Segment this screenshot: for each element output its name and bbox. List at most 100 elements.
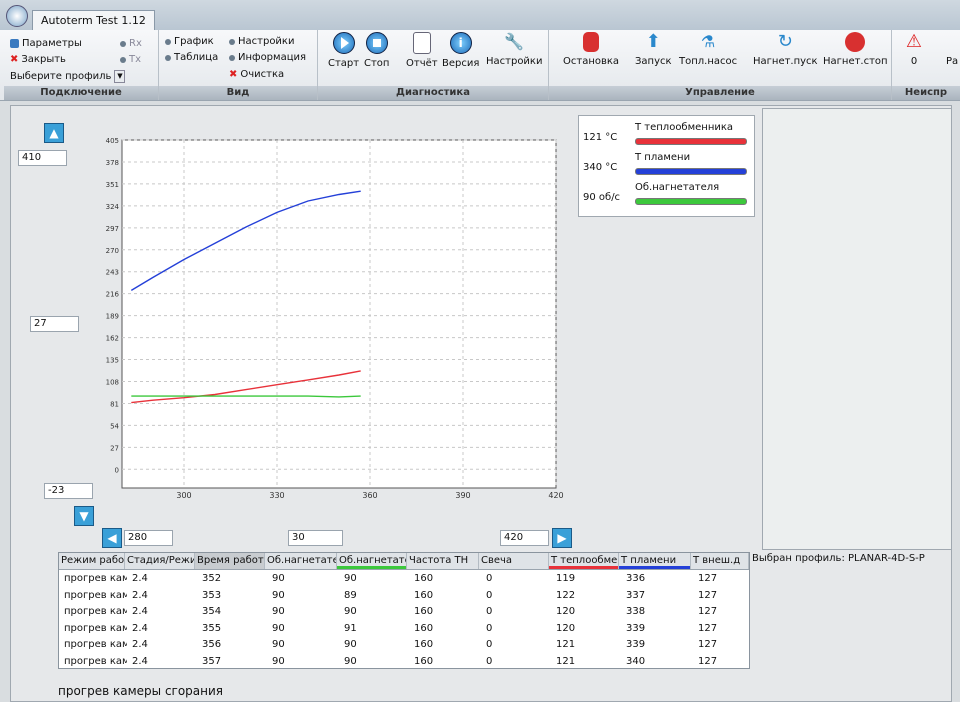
wrench-icon: 🔧 bbox=[504, 32, 525, 51]
table-cell: 160 bbox=[414, 589, 434, 601]
y-tick-label: 54 bbox=[110, 422, 119, 430]
version-button[interactable]: i Версия bbox=[442, 32, 479, 69]
radio-icon bbox=[229, 38, 235, 45]
close-connection-button[interactable]: ✖ Закрыть bbox=[10, 54, 66, 65]
y-step-field[interactable]: 27 bbox=[30, 316, 79, 332]
y-max-field[interactable]: 410 bbox=[18, 150, 67, 166]
table-cell: 127 bbox=[698, 573, 718, 584]
column-header[interactable]: Частота ТН bbox=[407, 553, 479, 569]
table-cell: 160 bbox=[414, 622, 434, 634]
table-row[interactable]: прогрев камеры 2.4 353 90 89 160 0 122 337 127 bbox=[59, 588, 749, 604]
stop-button[interactable]: Стоп bbox=[364, 32, 389, 69]
table-cell: 90 bbox=[344, 655, 357, 667]
y-scroll-down-button[interactable]: ▼ bbox=[74, 506, 94, 526]
x-scroll-right-button[interactable]: ▶ bbox=[552, 528, 572, 548]
table-cell: 90 bbox=[344, 639, 357, 650]
faults-button[interactable]: ⚠ 0 bbox=[904, 31, 924, 68]
y-tick-label: 378 bbox=[106, 159, 119, 167]
rx-led-icon bbox=[120, 40, 126, 47]
arrow-right-icon: ▶ bbox=[557, 531, 567, 545]
line-chart[interactable]: 4053783513242972702432161891621351088154… bbox=[100, 130, 570, 500]
params-button[interactable]: Параметры bbox=[10, 38, 82, 49]
faults-more[interactable]: Ра bbox=[946, 56, 958, 67]
report-button[interactable]: Отчёт bbox=[406, 32, 438, 69]
table-cell: 90 bbox=[344, 606, 357, 617]
table-cell: 0 bbox=[486, 655, 493, 667]
column-header[interactable]: Т пламени bbox=[619, 553, 691, 569]
y-min-field[interactable]: -23 bbox=[44, 483, 93, 499]
radio-icon bbox=[165, 38, 171, 45]
warning-icon: ⚠ bbox=[905, 31, 923, 52]
blower-stop-button[interactable]: Нагнет.стоп bbox=[823, 32, 888, 67]
table-row[interactable]: прогрев камеры 2.4 354 90 90 160 0 120 338 127 bbox=[59, 604, 749, 620]
close-icon: ✖ bbox=[10, 54, 19, 65]
table-cell: 0 bbox=[486, 622, 493, 634]
x-step-field[interactable]: 30 bbox=[288, 530, 343, 546]
table-cell: 0 bbox=[486, 639, 493, 650]
y-tick-label: 108 bbox=[106, 378, 119, 386]
table-cell: 127 bbox=[698, 589, 718, 601]
diag-settings-button[interactable]: 🔧 Настройки bbox=[486, 32, 542, 67]
y-scroll-up-button[interactable]: ▲ bbox=[44, 123, 64, 143]
start-button[interactable]: Старт bbox=[328, 32, 359, 69]
view-info-option[interactable]: Информация bbox=[229, 52, 306, 63]
table-cell: прогрев камеры bbox=[64, 573, 127, 584]
column-header[interactable]: Режим работы bbox=[59, 553, 125, 569]
y-tick-label: 324 bbox=[106, 203, 120, 211]
table-cell: 90 bbox=[272, 589, 285, 601]
x-min-field[interactable]: 280 bbox=[124, 530, 173, 546]
view-settings-option[interactable]: Настройки bbox=[229, 36, 294, 47]
legend-label: Т теплообменника bbox=[635, 122, 734, 133]
status-text: прогрев камеры сгорания bbox=[58, 684, 224, 698]
x-max-field[interactable]: 420 bbox=[500, 530, 549, 546]
column-header[interactable]: Время работы bbox=[195, 553, 265, 569]
y-tick-label: 297 bbox=[106, 225, 119, 233]
column-header[interactable]: Стадия/Режим bbox=[125, 553, 195, 569]
table-cell: прогрев камеры bbox=[64, 589, 127, 601]
table-row[interactable]: прогрев камеры 2.4 352 90 90 160 0 119 336 127 bbox=[59, 571, 749, 587]
table-cell: 2.4 bbox=[132, 573, 148, 584]
y-tick-label: 81 bbox=[110, 400, 119, 408]
x-scroll-left-button[interactable]: ◀ bbox=[102, 528, 122, 548]
table-row[interactable]: прогрев камеры 2.4 356 90 90 160 0 121 339 127 bbox=[59, 637, 749, 653]
profile-select[interactable]: Выберите профиль ▼ bbox=[10, 70, 126, 83]
legend-swatch bbox=[635, 168, 747, 175]
blower-start-button[interactable]: ↻ Нагнет.пуск bbox=[753, 32, 818, 68]
selected-profile-label: Выбран профиль: PLANAR-4D-S-P bbox=[752, 553, 925, 564]
clear-button[interactable]: ✖ Очистка bbox=[229, 69, 284, 80]
window-tab[interactable]: Autoterm Test 1.12 bbox=[32, 10, 155, 31]
x-tick-label: 300 bbox=[176, 491, 191, 500]
table-cell: 121 bbox=[556, 639, 576, 650]
table-cell: 338 bbox=[626, 606, 646, 617]
launch-button[interactable]: ⬆ Запуск bbox=[635, 32, 672, 68]
table-cell: 2.4 bbox=[132, 606, 148, 617]
table-cell: 121 bbox=[556, 655, 576, 667]
legend-swatch bbox=[635, 138, 747, 145]
column-header[interactable]: Об.нагнетателя bbox=[337, 553, 407, 569]
shutdown-button[interactable]: Остановка bbox=[563, 32, 619, 67]
table-cell: 90 bbox=[272, 655, 285, 667]
column-header[interactable]: Об.нагнетателя bbox=[265, 553, 337, 569]
column-header[interactable]: Т теплообменника bbox=[549, 553, 619, 569]
y-tick-label: 162 bbox=[106, 335, 119, 343]
table-cell: прогрев камеры bbox=[64, 606, 127, 617]
table-row[interactable]: прогрев камеры 2.4 355 90 91 160 0 120 339 127 bbox=[59, 621, 749, 637]
column-header[interactable]: Т внеш.д bbox=[691, 553, 749, 569]
group-faults: ⚠ 0 Ра Неиспр bbox=[892, 30, 960, 100]
group-diagnostics: Старт Стоп Отчёт i Версия 🔧 Настройки Ди… bbox=[318, 30, 549, 100]
column-header[interactable]: Свеча bbox=[479, 553, 549, 569]
table-cell: 160 bbox=[414, 655, 434, 667]
table-cell: 336 bbox=[626, 573, 646, 584]
view-graph-option[interactable]: График bbox=[165, 36, 214, 47]
table-cell: 90 bbox=[344, 573, 357, 584]
legend-item-flame: 340 °C Т пламени bbox=[579, 152, 754, 182]
table-cell: 354 bbox=[202, 606, 222, 617]
radio-icon bbox=[165, 54, 171, 61]
table-header: Режим работы Стадия/Режим Время работы О… bbox=[59, 553, 749, 570]
table-row[interactable]: прогрев камеры 2.4 357 90 90 160 0 121 340 127 bbox=[59, 654, 749, 670]
fuel-pump-button[interactable]: ⚗ Топл.насос bbox=[679, 32, 737, 67]
legend-item-blower: 90 об/с Об.нагнетателя bbox=[579, 182, 754, 212]
app-icon[interactable] bbox=[6, 5, 28, 27]
play-icon bbox=[332, 32, 355, 54]
view-table-option[interactable]: Таблица bbox=[165, 52, 218, 63]
